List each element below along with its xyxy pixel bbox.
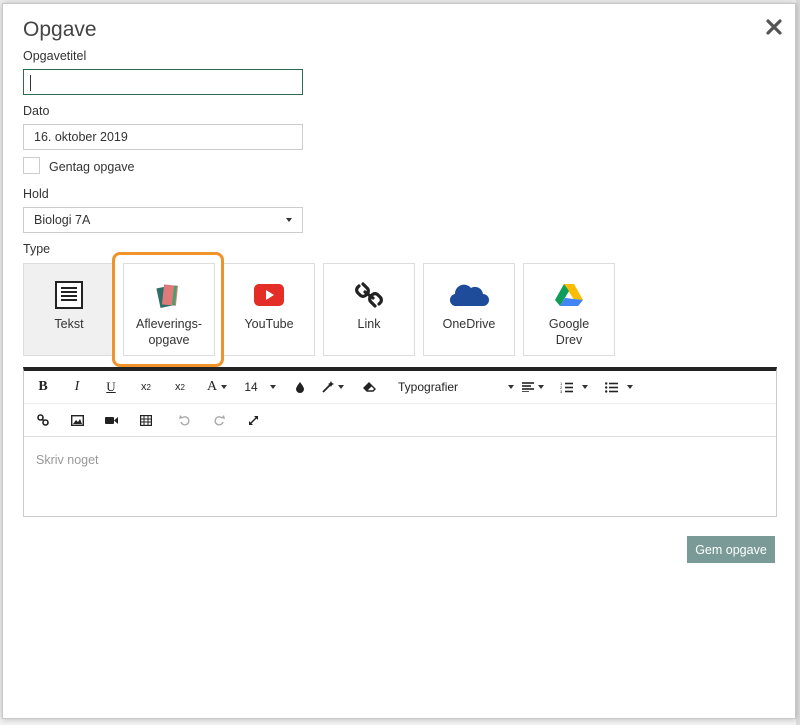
editor-toolbar-row-2 bbox=[24, 404, 776, 437]
close-icon[interactable] bbox=[765, 18, 783, 36]
text-icon bbox=[55, 281, 83, 309]
unordered-list-dropdown[interactable] bbox=[602, 371, 636, 403]
type-tile-onedrive[interactable]: OneDrive bbox=[423, 263, 515, 356]
type-tile-link[interactable]: Link bbox=[323, 263, 415, 356]
class-select[interactable]: Biologi 7A bbox=[23, 207, 303, 233]
editor-toolbar-row-1: B I U x2 x2 A 14 Typografier 123 bbox=[24, 371, 776, 404]
title-input[interactable] bbox=[23, 69, 303, 95]
superscript-icon[interactable]: x2 bbox=[171, 371, 189, 403]
magic-wand-dropdown[interactable] bbox=[320, 371, 346, 403]
bold-icon[interactable]: B bbox=[34, 371, 52, 403]
video-icon[interactable] bbox=[102, 404, 120, 436]
link-icon[interactable] bbox=[34, 404, 52, 436]
type-tile-tekst[interactable]: Tekst bbox=[23, 263, 115, 356]
class-label: Hold bbox=[23, 187, 49, 201]
undo-icon[interactable] bbox=[175, 404, 193, 436]
onedrive-icon bbox=[449, 284, 489, 307]
type-tile-google-drive[interactable]: Google Drev bbox=[523, 263, 615, 356]
svg-text:3: 3 bbox=[560, 389, 563, 393]
repeat-label[interactable]: Gentag opgave bbox=[49, 160, 135, 174]
modal-title: Opgave bbox=[23, 18, 97, 41]
task-modal: Opgave Opgavetitel Dato 16. oktober 2019… bbox=[2, 3, 796, 719]
chevron-down-icon bbox=[286, 218, 292, 222]
youtube-icon bbox=[254, 284, 284, 306]
link-icon bbox=[355, 282, 383, 308]
ink-drop-icon[interactable] bbox=[292, 371, 308, 403]
style-dropdown[interactable]: Typografier bbox=[398, 371, 514, 403]
date-label: Dato bbox=[23, 104, 50, 118]
editor-placeholder[interactable]: Skriv noget bbox=[36, 453, 99, 467]
subscript-icon[interactable]: x2 bbox=[137, 371, 155, 403]
title-label: Opgavetitel bbox=[23, 49, 87, 63]
save-button[interactable]: Gem opgave bbox=[687, 536, 775, 563]
eraser-icon[interactable] bbox=[360, 371, 378, 403]
type-tile-youtube[interactable]: YouTube bbox=[223, 263, 315, 356]
align-dropdown[interactable] bbox=[520, 371, 546, 403]
repeat-checkbox[interactable] bbox=[23, 157, 40, 174]
type-tile-label: OneDrive bbox=[442, 317, 496, 331]
fullscreen-icon[interactable] bbox=[244, 404, 262, 436]
redo-icon[interactable] bbox=[210, 404, 228, 436]
type-label: Type bbox=[23, 242, 51, 256]
italic-icon[interactable]: I bbox=[68, 371, 86, 403]
ordered-list-dropdown[interactable]: 123 bbox=[558, 371, 590, 403]
google-drive-icon bbox=[555, 284, 583, 306]
underline-icon[interactable]: U bbox=[102, 371, 120, 403]
font-size-dropdown[interactable]: 14 bbox=[240, 371, 280, 403]
background-page-edge bbox=[796, 0, 800, 725]
table-icon[interactable] bbox=[137, 404, 155, 436]
type-tile-label: Google Drev bbox=[548, 317, 590, 347]
font-color-dropdown[interactable]: A bbox=[204, 371, 230, 403]
selection-highlight bbox=[112, 252, 224, 367]
type-tile-label: YouTube bbox=[244, 317, 294, 331]
image-icon[interactable] bbox=[68, 404, 86, 436]
type-tile-label: Link bbox=[357, 317, 381, 331]
text-caret bbox=[30, 75, 31, 91]
type-tile-label: Tekst bbox=[54, 317, 84, 331]
class-select-value: Biologi 7A bbox=[34, 213, 91, 227]
date-input[interactable]: 16. oktober 2019 bbox=[23, 124, 303, 150]
rich-text-editor: B I U x2 x2 A 14 Typografier 123 Skriv n… bbox=[23, 367, 777, 517]
